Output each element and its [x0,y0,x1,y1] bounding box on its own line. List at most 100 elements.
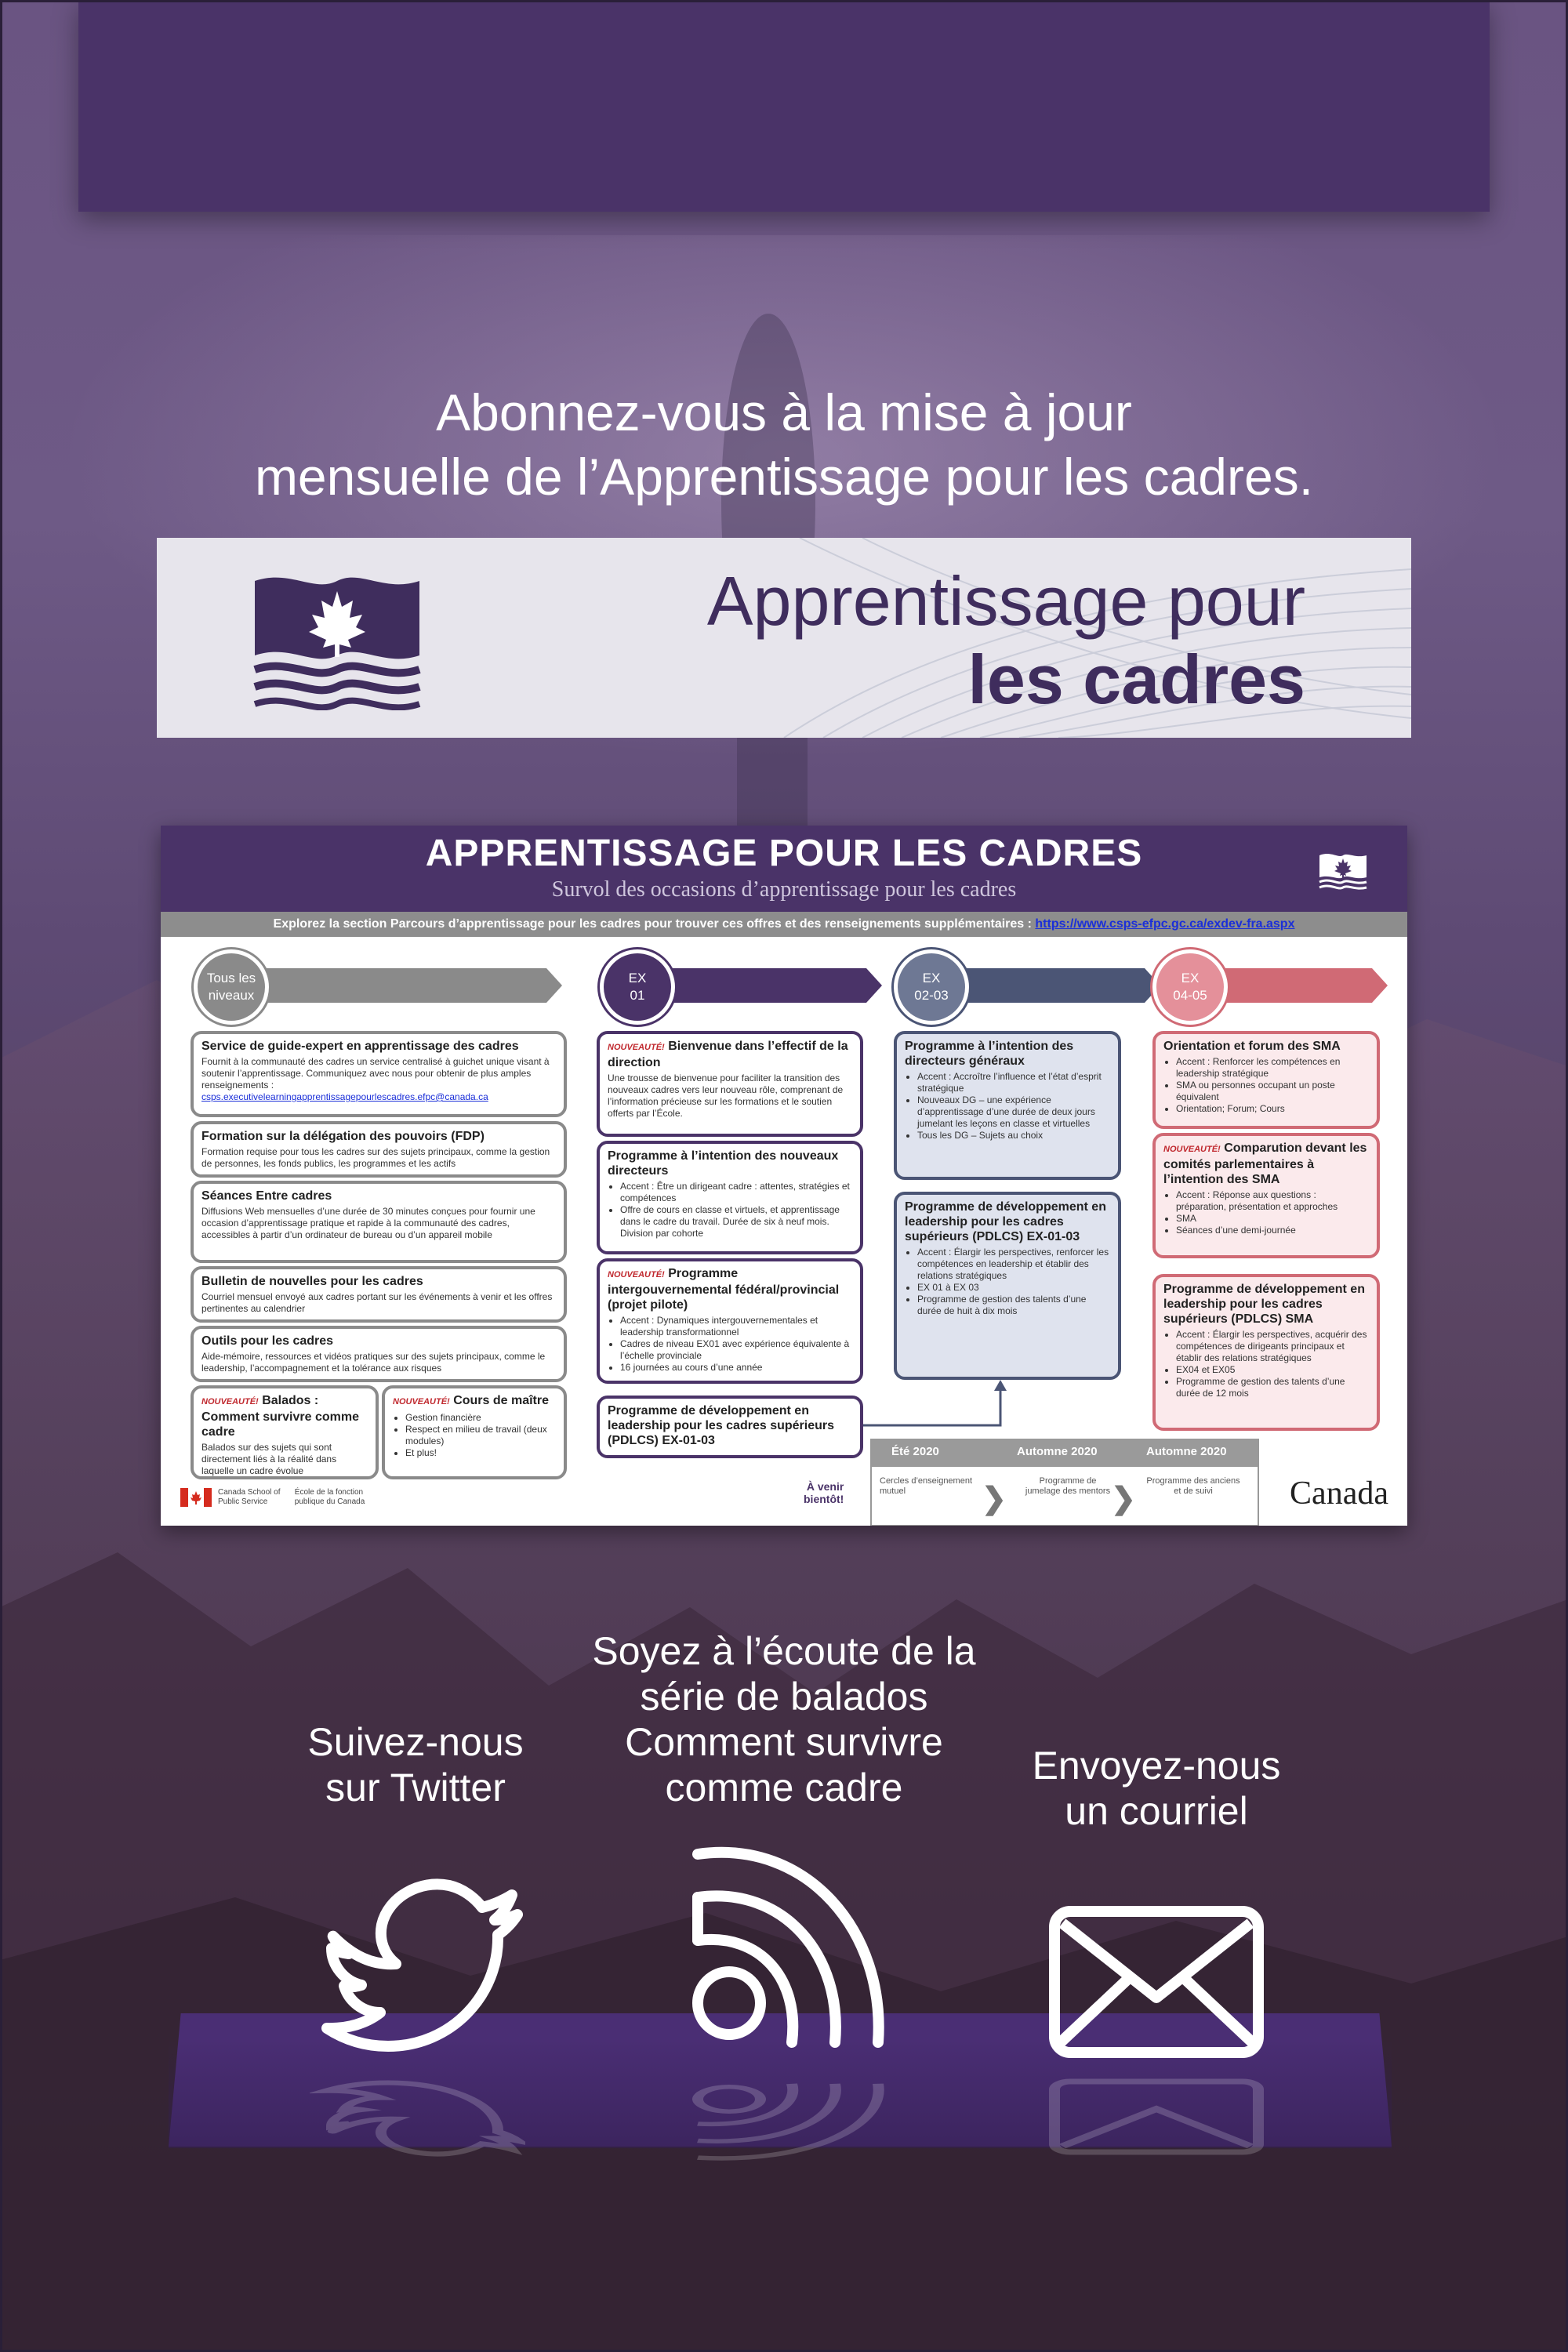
card-nouveaux-directeurs[interactable]: Programme à l’intention des nouveaux dir… [597,1141,863,1254]
flag-logo-icon [1319,854,1367,890]
coming-soon-line2: bientôt! [804,1493,844,1505]
card-title: Outils pour les cadres [201,1334,334,1348]
card-intergouvernemental[interactable]: NOUVEAUTÉ! Programme intergouvernemental… [597,1258,863,1384]
card-list: Accent : Dynamiques intergouvernementale… [608,1315,852,1374]
explore-link[interactable]: https://www.csps-efpc.gc.ca/exdev-fra.as… [1035,917,1294,931]
list-item: EX 01 à EX 03 [917,1282,1110,1294]
level-badge: EX 01 [600,949,675,1025]
timeline-step: Cercles d’enseignement mutuel [880,1476,973,1496]
top-banner [78,0,1490,212]
upcoming-timeline: Été 2020 Automne 2020 Automne 2020 Cercl… [870,1439,1259,1526]
level-badge-line1: EX [1181,971,1200,985]
email-label-line1: Envoyez-nous [1032,1744,1281,1788]
list-item: Tous les DG – Sujets au choix [917,1130,1110,1142]
card-title: Programme à l’intention des directeurs g… [905,1040,1074,1068]
card-pdlcs-ex0203[interactable]: Programme de développement en leadership… [894,1192,1121,1380]
list-item: Gestion financière [405,1412,556,1424]
card-text: Fournit à la communauté des cadres un se… [201,1056,550,1091]
arrow-banner-purple [647,968,882,1003]
card-guide-service[interactable]: Service de guide-expert en apprentissage… [191,1031,567,1117]
infographic-overview[interactable]: APPRENTISSAGE POUR LES CADRES Survol des… [161,826,1407,1526]
list-item: SMA ou personnes occupant un poste équiv… [1176,1080,1369,1103]
card-text: Aide-mémoire, ressources et vidéos prati… [201,1351,546,1374]
mail-icon[interactable] [1047,1904,1266,2060]
coming-soon-line1: À venir [806,1480,844,1493]
new-badge: NOUVEAUTÉ! [393,1397,450,1406]
infographic-title: APPRENTISSAGE POUR LES CADRES [425,833,1143,874]
timeline-header: Automne 2020 [1017,1445,1098,1458]
card-fdp[interactable]: Formation sur la délégation des pouvoirs… [191,1121,567,1178]
guide-email-link[interactable]: csps.executivelearningapprentissagepourl… [201,1091,556,1103]
level-badge-line2: 04-05 [1173,988,1207,1003]
level-badge-line2: 01 [630,988,645,1003]
card-list: Accent : Réponse aux questions : prépara… [1163,1189,1369,1236]
twitter-icon-reflection [310,2080,525,2157]
card-pdlcs-ex01[interactable]: Programme de développement en leadership… [597,1396,863,1458]
podcast-label-line2: série de balados [640,1675,928,1719]
podcast-icon-reflection [692,2083,884,2161]
level-badge-line1: EX [628,971,647,985]
arrow-banner-gray [241,968,562,1003]
list-item: Accent : Être un dirigeant cadre : atten… [620,1181,852,1204]
list-item: Accent : Élargir les perspectives, acqué… [1176,1329,1369,1364]
card-directeurs-generaux[interactable]: Programme à l’intention des directeurs g… [894,1031,1121,1180]
column-header-ex0405: EX 04-05 [1152,949,1388,1025]
list-item: Et plus! [405,1447,556,1459]
card-list: Gestion financière Respect en milieu de … [393,1412,556,1459]
card-title: Bulletin de nouvelles pour les cadres [201,1275,423,1288]
card-title: NOUVEAUTÉ! Comparution devant les comité… [1163,1141,1369,1187]
twitter-icon[interactable] [310,1862,525,2058]
card-title: Programme de développement en leadership… [1163,1283,1365,1326]
level-badge-line1: Tous les [206,971,256,985]
card-outils[interactable]: Outils pour les cadres Aide-mémoire, res… [191,1326,567,1382]
card-text: Une trousse de bienvenue pour faciliter … [608,1073,844,1119]
card-pdlcs-sma[interactable]: Programme de développement en leadership… [1152,1274,1380,1431]
infographic-header: APPRENTISSAGE POUR LES CADRES Survol des… [161,826,1407,912]
connector-arrow [863,1380,1007,1427]
card-list: Accent : Renforcer les compétences en le… [1163,1056,1369,1115]
infographic-subtitle: Survol des occasions d’apprentissage pou… [551,877,1017,902]
email-label-line2: un courriel [1065,1789,1248,1833]
new-badge: NOUVEAUTÉ! [608,1270,665,1279]
list-item: Nouveaux DG – une expérience d’apprentis… [917,1094,1110,1130]
coming-soon-label: À venir bientôt! [804,1480,844,1505]
list-item: Accent : Accroître l’influence et l’état… [917,1071,1110,1094]
school-name-fr: École de la fonction publique du Canada [294,1488,365,1506]
new-badge: NOUVEAUTÉ! [1163,1145,1221,1154]
list-item: Cadres de niveau EX01 avec expérience éq… [620,1338,852,1362]
podcast-label-line1: Soyez à l’écoute de la [592,1629,976,1673]
list-item: Accent : Renforcer les compétences en le… [1176,1056,1369,1080]
podcast-icon[interactable] [674,1838,902,2058]
list-item: Séances d’une demi-journée [1176,1225,1369,1236]
level-badge-line1: EX [922,971,941,985]
card-comparution[interactable]: NOUVEAUTÉ! Comparution devant les comité… [1152,1133,1380,1258]
timeline-header: Automne 2020 [1146,1445,1227,1458]
card-title-text: Cours de maître [453,1394,549,1407]
brand-title-line1: Apprentissage pour [706,562,1305,640]
card-text: Diffusions Web mensuelles d’une durée de… [201,1206,535,1240]
podcast-label[interactable]: Soyez à l’écoute de la série de balados … [549,1628,1019,1810]
card-text: Courriel mensuel envoyé aux cadres porta… [201,1291,553,1314]
brand-banner: Apprentissage pour les cadres [157,538,1411,738]
new-badge: NOUVEAUTÉ! [201,1397,259,1406]
flag-wave-logo-icon [253,577,421,710]
explore-bar: Explorez la section Parcours d’apprentis… [161,912,1407,937]
podcast-label-line3: Comment survivre [625,1720,943,1764]
arrow-banner-slate [941,968,1160,1003]
card-bulletin[interactable]: Bulletin de nouvelles pour les cadres Co… [191,1266,567,1323]
list-item: Accent : Dynamiques intergouvernementale… [620,1315,852,1338]
email-label[interactable]: Envoyez-nous un courriel [1000,1743,1313,1834]
card-balados[interactable]: NOUVEAUTÉ! Balados : Comment survivre co… [191,1385,379,1479]
card-list: Accent : Accroître l’influence et l’état… [905,1071,1110,1142]
card-text: Balados sur des sujets qui sont directem… [201,1442,337,1476]
card-orientation-sma[interactable]: Orientation et forum des SMA Accent : Re… [1152,1031,1380,1129]
card-bienvenue[interactable]: NOUVEAUTÉ! Bienvenue dans l’effectif de … [597,1031,863,1137]
card-list: Accent : Élargir les perspectives, renfo… [905,1247,1110,1317]
card-cours-maitre[interactable]: NOUVEAUTÉ! Cours de maître Gestion finan… [382,1385,567,1479]
card-seances[interactable]: Séances Entre cadres Diffusions Web mens… [191,1181,567,1263]
subscribe-heading[interactable]: Abonnez-vous à la mise à jour mensuelle … [0,380,1568,509]
twitter-label[interactable]: Suivez-nous sur Twitter [259,1719,572,1810]
school-signature: Canada School of Public Service École de… [180,1488,381,1507]
list-item: Offre de cours en classe et virtuels, et… [620,1204,852,1240]
chevron-right-icon: ❯ [982,1483,1007,1515]
